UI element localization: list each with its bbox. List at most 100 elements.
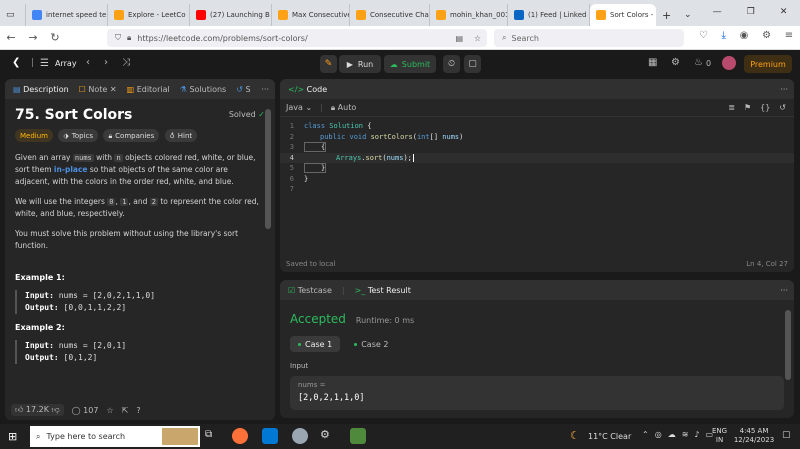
menu-icon[interactable]: ≡ [785,30,793,41]
premium-button[interactable]: Premium [744,55,792,73]
scrollbar[interactable] [785,310,791,380]
download-icon[interactable]: ⤓ [722,30,726,41]
tab-test-result[interactable]: >_ Test Result [355,286,411,295]
tab-testcase[interactable]: ☑ Testcase [288,286,332,295]
difficulty-badge[interactable]: Medium [15,129,53,142]
new-tab-button[interactable]: + [656,4,678,26]
braces-icon[interactable]: {} [760,103,770,112]
more-icon[interactable]: ··· [780,286,788,295]
weather-moon-icon: ☾ [570,429,580,442]
browser-tab[interactable]: (27) Launching B [190,4,272,26]
cloud-icon[interactable]: ☁ [668,430,676,439]
topics-button[interactable]: ⬗ Topics [58,129,99,142]
thumbs-down-icon[interactable]: 👎︎ [52,405,60,414]
layout-icon[interactable]: ▦ [648,57,657,68]
shuffle-icon[interactable]: ⤨ [122,57,130,68]
firefox-icon[interactable] [232,428,248,444]
tab-note[interactable]: ☐ Note ✕ [79,85,117,94]
hint-button[interactable]: ♁ Hint [164,129,198,142]
bookmark-icon[interactable]: ⚑ [744,103,751,112]
prev-problem-icon[interactable]: ‹ [86,57,90,68]
language-indicator[interactable]: ENG IN [712,427,727,445]
star-icon[interactable]: ☆ [106,406,113,415]
gear-icon[interactable]: ⚙ [671,57,680,68]
leetcode-icon [436,10,446,20]
extensions-icon[interactable]: ⚙ [762,30,771,41]
editor-toolbar: Java ⌄ | 🔒︎ Auto ≣ ⚑ {} ↺ [280,99,794,117]
leetcode-logo-icon[interactable]: ❮ [12,57,20,68]
more-icon[interactable]: ··· [261,85,269,94]
minimize-icon[interactable]: — [713,7,722,17]
run-button[interactable]: ▶ Run [339,55,381,73]
problem-list-label[interactable]: Array [55,59,77,68]
vscode-icon[interactable] [262,428,278,444]
in-place-link[interactable]: in-place [54,165,88,174]
comments-button[interactable]: ◯ 107 [72,406,99,415]
app-icon[interactable] [292,428,308,444]
weather-text[interactable]: 11°C Clear [588,432,631,441]
search-input[interactable]: ⌕ Search [494,29,684,47]
account-icon[interactable]: ◉ [740,30,749,41]
wifi-icon[interactable]: ≋ [682,430,689,439]
browser-tab[interactable]: Explore - LeetCo [108,4,190,26]
like-button[interactable]: 👍︎ 17.2K 👎︎ [11,404,64,416]
taskbar-search-input[interactable]: ⌕ Type here to search [30,426,200,447]
shield-icon: ⛉ [115,33,121,42]
share-icon[interactable]: ⇱ [122,406,129,415]
help-icon[interactable]: ? [136,406,140,415]
clock[interactable]: 4:45 AM 12/24/2023 [732,427,776,445]
close-icon[interactable]: ✕ [780,7,788,17]
tab-code[interactable]: </> Code [288,85,327,94]
forward-icon[interactable]: → [22,31,44,44]
notifications-icon[interactable]: ▢ [782,430,791,440]
notes-icon[interactable]: ▢ [464,55,481,73]
browser-tab[interactable]: (1) Feed | Linked [508,4,590,26]
browser-tab[interactable]: Consecutive Cha [350,4,430,26]
star-icon[interactable]: ☆ [474,34,481,43]
pocket-icon[interactable]: ♡ [699,30,708,41]
debug-icon[interactable]: ✎ [320,55,337,73]
case-tab[interactable]: Case 1 [290,336,341,352]
maximize-icon[interactable]: ❐ [747,7,755,17]
reader-icon[interactable]: ▤ [455,34,463,43]
reload-icon[interactable]: ↻ [44,31,66,44]
browser-tab[interactable]: internet speed te [26,4,108,26]
companies-button[interactable]: 🔒︎ Companies [103,129,160,142]
chevron-down-icon: ⌄ [305,103,313,112]
app-icon[interactable] [350,428,366,444]
browser-tab-active[interactable]: Sort Colors - L✕ [590,4,656,26]
task-view-icon[interactable]: ⧉ [205,429,212,440]
chevron-up-icon[interactable]: ⌃ [642,430,649,439]
network-icon[interactable]: ◎ [655,430,662,439]
tab-solutions[interactable]: ⚗ Solutions [180,85,226,94]
tab-submissions[interactable]: ↺ S [236,85,250,94]
more-icon[interactable]: ··· [780,85,788,94]
code-editor[interactable]: 1 class Solution { 2 public void sortColor… [280,117,794,195]
play-icon: ▶ [346,59,353,69]
back-icon[interactable]: ← [0,31,22,44]
scrollbar[interactable] [265,109,271,229]
tab-editorial[interactable]: ▥ Editorial [127,85,170,94]
address-bar[interactable]: ⛉ 🔒︎ https://leetcode.com/problems/sort-… [107,29,487,47]
case-tab[interactable]: Case 2 [346,336,396,352]
browser-tab[interactable]: Max Consecutive [272,4,350,26]
browser-tab[interactable]: mohin_khan_001 [430,4,508,26]
submit-button[interactable]: ☁ Submit [384,55,436,73]
auto-mode-toggle[interactable]: 🔒︎ Auto [331,103,356,113]
tab-list-button[interactable]: ⌄ [678,4,700,26]
tab-description[interactable]: ▤ Description [13,85,69,94]
reset-icon[interactable]: ↺ [779,103,786,112]
speaker-icon[interactable]: ♪ [694,430,699,439]
tab-overview-button[interactable]: ▭ [0,4,26,26]
next-problem-icon[interactable]: › [104,57,108,68]
code-line: 5} [289,163,327,174]
fire-icon[interactable]: ♨ [694,57,703,68]
avatar[interactable] [722,56,736,70]
format-icon[interactable]: ≣ [728,103,735,112]
timer-icon[interactable]: ⏲ [443,55,460,73]
language-select[interactable]: Java ⌄ [286,103,312,112]
settings-icon[interactable]: ⚙ [320,428,330,441]
description-tabs: ▤ Description ☐ Note ✕ ▥ Editorial ⚗ Sol… [5,79,275,99]
close-icon[interactable]: ✕ [110,85,117,94]
windows-start-icon[interactable]: ⊞ [8,430,17,443]
